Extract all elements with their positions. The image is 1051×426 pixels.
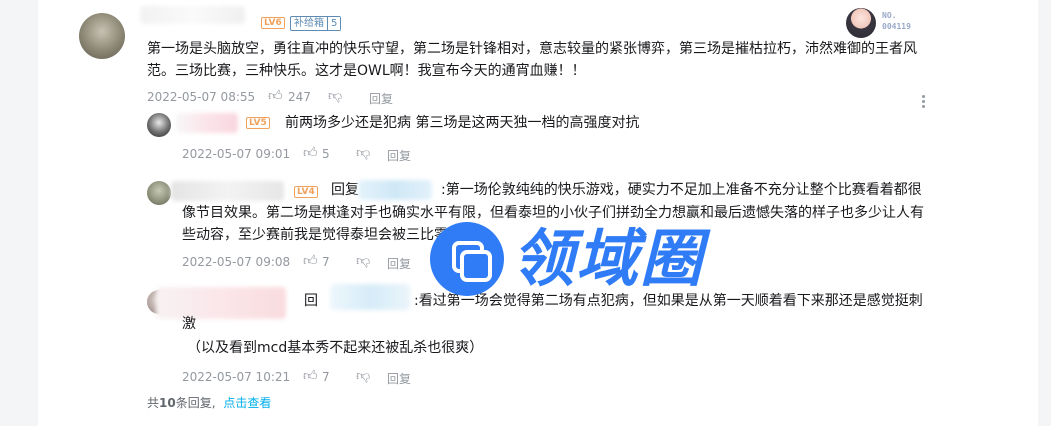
reply-2-text: :第一场伦敦纯纯的快乐游戏，硬实力不足加上准备不充分让整个比赛看着都很 — [441, 179, 922, 201]
thumbs-up-icon[interactable]: 👍︎ — [303, 254, 318, 268]
fan-medal-level: 5 — [327, 17, 341, 30]
reply-1-avatar[interactable] — [147, 113, 171, 137]
reply-3-reply-button[interactable]: 回复 — [387, 370, 411, 387]
reply-3-prefix: 回 — [304, 293, 318, 309]
thumbs-up-icon[interactable]: 👍︎ — [268, 89, 283, 103]
reply-2-time: 2022-05-07 09:08 — [182, 255, 291, 269]
reply-2-mention[interactable] — [358, 180, 432, 200]
reply-1-time: 2022-05-07 09:01 — [182, 147, 291, 161]
watermark-text: 领域圈 — [512, 222, 705, 295]
reply-2-like-count: 7 — [322, 255, 330, 269]
nft-no-value: 004119 — [882, 22, 911, 31]
reply-3-time: 2022-05-07 10:21 — [182, 370, 291, 384]
main-comment-reply-button[interactable]: 回复 — [369, 90, 393, 107]
reply-1-text: 前两场多少还是犯病 第三场是这两天独一档的高强度对抗 — [285, 115, 640, 131]
main-comment-text: 第一场是头脑放空，勇往直冲的快乐守望，第二场是针锋相对，意志较量的紧张博弈，第三… — [147, 38, 947, 82]
thumbs-up-icon[interactable]: 👍︎ — [303, 369, 318, 383]
thumbs-down-icon[interactable]: 👎︎ — [356, 254, 370, 268]
reply-2-line-1: :第一场伦敦纯纯的快乐游戏，硬实力不足加上准备不充分让整个比赛看着都很 — [441, 182, 922, 198]
thumbs-down-icon[interactable]: 👎︎ — [356, 369, 370, 383]
view-all-replies-link[interactable]: 点击查看 — [223, 396, 271, 410]
reply-3-line-2: 激 — [182, 316, 196, 332]
main-comment-avatar[interactable] — [79, 13, 125, 59]
more-vertical-icon[interactable] — [922, 95, 926, 109]
reply-count-suffix: 条回复, — [175, 396, 216, 410]
thumbs-up-icon[interactable]: 👍︎ — [303, 146, 318, 160]
nft-number: NO. 004119 — [882, 10, 911, 32]
reply-1-reply-button[interactable]: 回复 — [387, 147, 411, 164]
watermark: 领域圈 — [430, 221, 704, 297]
reply-3-line-3: （以及看到mcd基本秀不起来还被乱杀也很爽） — [187, 340, 484, 356]
fan-medal[interactable]: 补给箱 5 — [290, 16, 342, 31]
main-comment-line-1: 第一场是头脑放空，勇往直冲的快乐守望，第二场是针锋相对，意志较量的紧张博弈，第三… — [147, 41, 917, 57]
reply-2-prefix: 回复 — [331, 182, 359, 198]
reply-count-summary: 共10条回复, 点击查看 — [147, 394, 271, 411]
main-comment-username[interactable] — [140, 6, 245, 24]
reply-1-username[interactable] — [176, 113, 238, 133]
main-comment-line-2: 范。三场比赛，三种快乐。这才是OWL啊！我宣布今天的通宵血赚！！ — [147, 63, 586, 79]
thumbs-down-icon[interactable]: 👎︎ — [328, 89, 342, 103]
reply-3-mention[interactable] — [330, 284, 410, 310]
main-comment-time: 2022-05-07 08:55 — [147, 90, 256, 104]
thumbs-down-icon[interactable]: 👎︎ — [356, 146, 370, 160]
main-comment-like-count: 247 — [288, 90, 311, 104]
nft-character-avatar — [846, 8, 876, 38]
reply-count-prefix: 共 — [147, 396, 160, 410]
nft-no-label: NO. — [882, 11, 897, 20]
main-comment-level-badge: LV6 — [261, 17, 285, 29]
reply-3-like-count: 7 — [322, 370, 330, 384]
reply-1-level-badge: LV5 — [246, 117, 270, 129]
reply-2-username[interactable] — [171, 181, 284, 201]
reply-2-reply-button[interactable]: 回复 — [387, 255, 411, 272]
reply-2-avatar[interactable] — [147, 181, 171, 205]
reply-3-text-continued: 激 — [182, 313, 196, 335]
reply-count-number: 10 — [159, 396, 176, 410]
reply-3-username[interactable] — [156, 287, 286, 319]
watermark-logo-icon — [430, 222, 504, 296]
fan-medal-name: 补给箱 — [294, 18, 324, 29]
reply-1-like-count: 5 — [322, 147, 330, 161]
reply-2-level-badge: LV4 — [294, 186, 318, 198]
